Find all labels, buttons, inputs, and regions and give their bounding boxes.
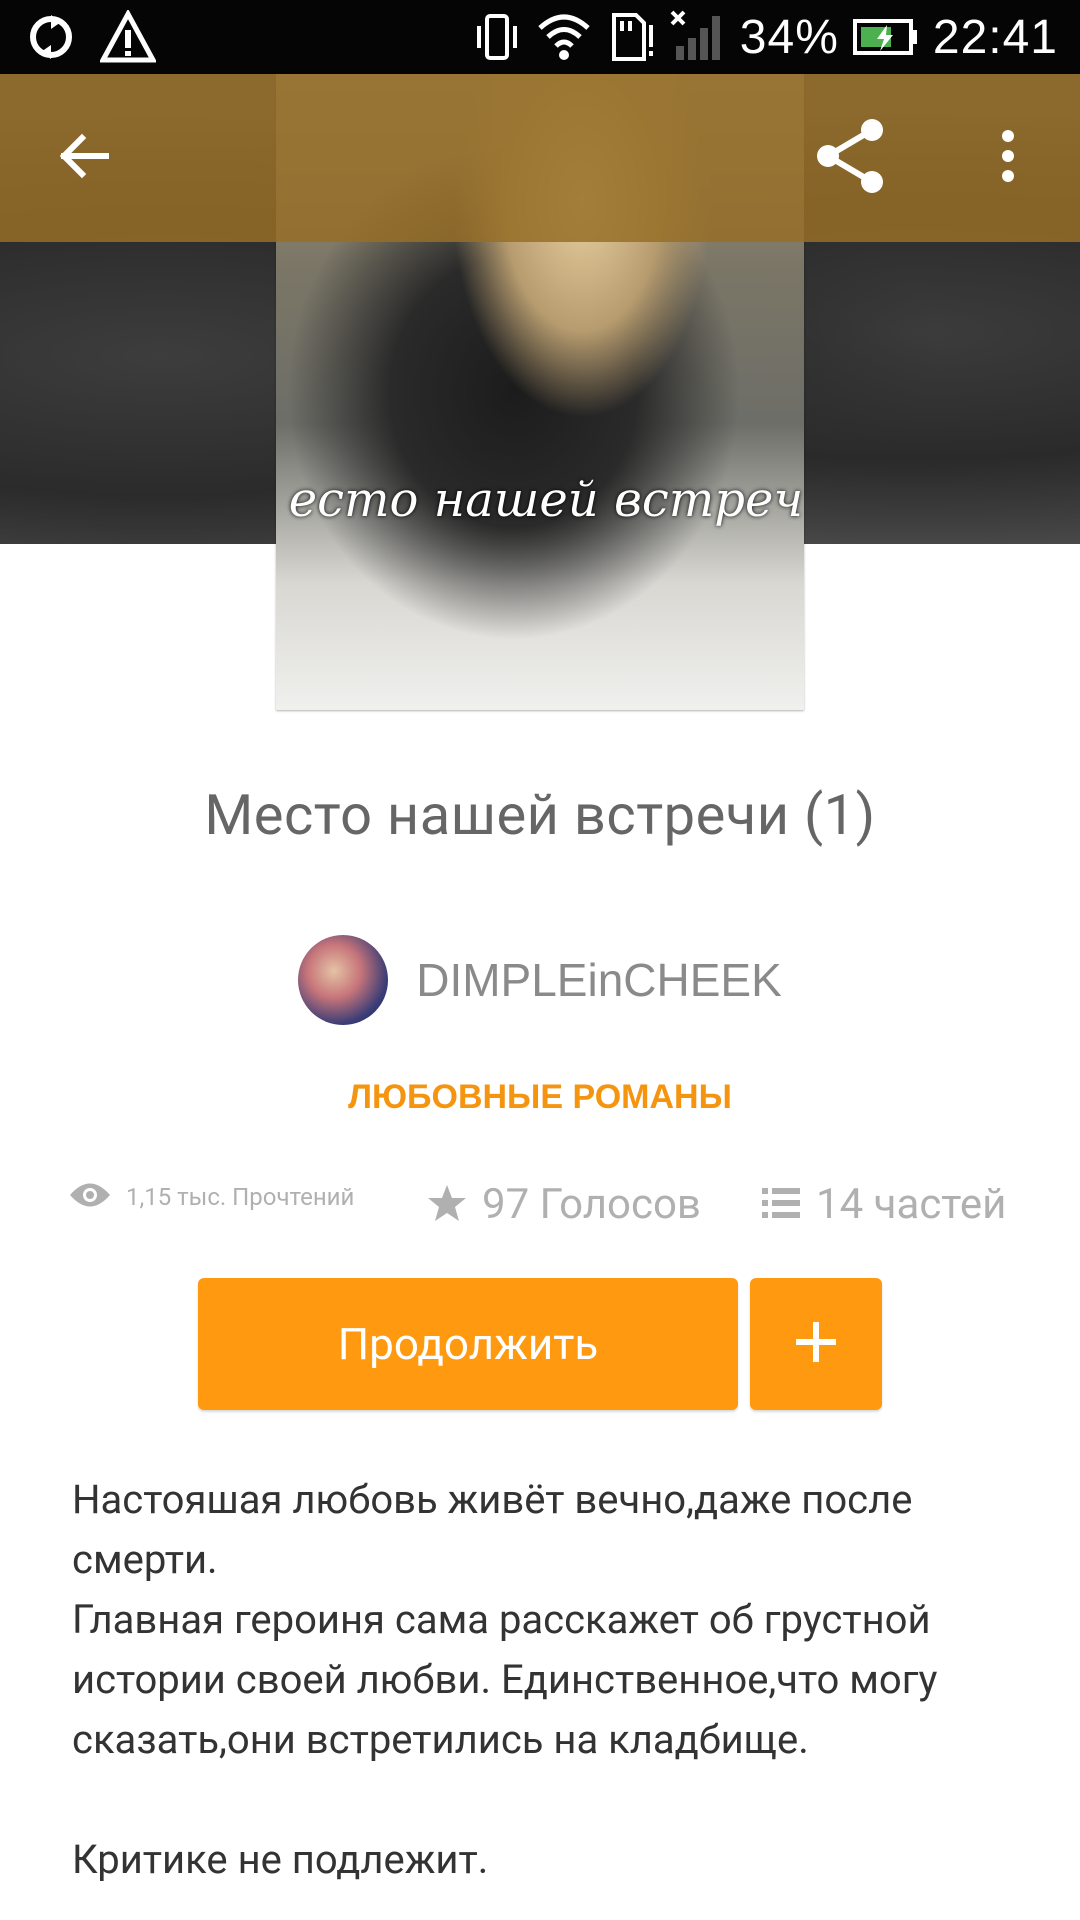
- battery-charging-icon: [852, 17, 919, 57]
- clock: 22:41: [932, 10, 1058, 64]
- star-icon: [426, 1183, 468, 1227]
- warning-icon: [100, 10, 156, 64]
- more-options-button[interactable]: [948, 74, 1068, 242]
- battery-percent: 34%: [739, 10, 839, 64]
- share-button[interactable]: [792, 74, 912, 242]
- list-icon: [760, 1186, 802, 1224]
- reads-stat: 1,15 тыс. Прочтений: [68, 1180, 354, 1214]
- description-line: Главная героиня сама расскажет об грустн…: [72, 1596, 938, 1763]
- signal-icon: [670, 10, 726, 64]
- genre-link[interactable]: ЛЮБОВНЫЕ РОМАНЫ: [0, 1078, 1080, 1117]
- parts-count: 14 частей: [816, 1180, 1007, 1229]
- more-vert-icon: [998, 128, 1018, 188]
- vibrate-icon: [472, 12, 522, 62]
- add-to-library-button[interactable]: [750, 1278, 882, 1410]
- arrow-back-icon: [56, 128, 112, 188]
- cover-caption: есто нашей встреч: [288, 472, 804, 528]
- avatar[interactable]: [298, 935, 389, 1025]
- sd-card-icon: [606, 11, 656, 63]
- status-bar: 34% 22:41: [0, 0, 1080, 74]
- author-name[interactable]: DIMPLEinCHEEK: [416, 953, 782, 1007]
- plus-icon: [794, 1320, 838, 1368]
- sync-icon: [24, 10, 78, 64]
- back-button[interactable]: [24, 74, 144, 242]
- reads-count: 1,15 тыс. Прочтений: [126, 1183, 355, 1211]
- wifi-icon: [536, 12, 592, 62]
- story-stats: 1,15 тыс. Прочтений 97 Голосов 14 частей: [0, 1180, 1080, 1236]
- story-title: Место нашей встречи (1): [204, 782, 876, 848]
- description-line: Настояшая любовь живёт вечно,даже после …: [72, 1476, 913, 1583]
- votes-stat: 97 Голосов: [426, 1180, 701, 1229]
- parts-stat: 14 частей: [760, 1180, 1006, 1229]
- eye-icon: [68, 1180, 112, 1214]
- share-icon: [814, 118, 890, 198]
- votes-count: 97 Голосов: [482, 1180, 701, 1229]
- description-line: Критике не подлежит.: [72, 1836, 489, 1883]
- continue-reading-button[interactable]: Продолжить: [198, 1278, 738, 1410]
- story-description: Настояшая любовь живёт вечно,даже после …: [72, 1470, 1022, 1890]
- author-row[interactable]: DIMPLEinCHEEK: [0, 935, 1080, 1025]
- top-toolbar: [0, 74, 1080, 242]
